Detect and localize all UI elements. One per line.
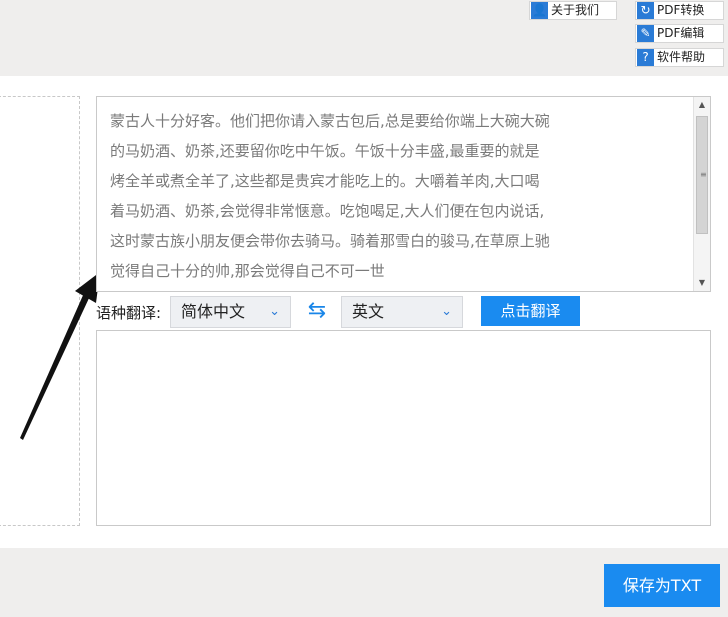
about-us-label: 关于我们 xyxy=(551,3,600,17)
pdf-convert-button[interactable]: ↻ PDF转换 xyxy=(635,1,724,20)
source-line: 这时蒙古族小朋友便会带你去骑马。骑着那雪白的骏马,在草原上驰 xyxy=(110,232,550,250)
source-line: 蒙古人十分好客。他们把你请入蒙古包后,总是要给你端上大碗大碗 xyxy=(110,112,550,130)
user-icon: 👤 xyxy=(531,2,548,19)
source-line: 的马奶酒、奶茶,还要留你吃中午饭。午饭十分丰盛,最重要的就是 xyxy=(110,142,540,160)
swap-languages-icon[interactable]: ⇆ xyxy=(304,299,330,323)
source-line: 着马奶酒、奶茶,会觉得非常惬意。吃饱喝足,大人们便在包内说话, xyxy=(110,202,545,220)
top-toolbar: 👤 关于我们 ↻ PDF转换 ✎ PDF编辑 ? 软件帮助 xyxy=(0,0,728,76)
chevron-down-icon: ⌄ xyxy=(441,304,452,319)
source-scrollbar[interactable]: ▲ ≡ ▼ xyxy=(693,97,710,291)
scrollbar-thumb[interactable]: ≡ xyxy=(696,116,708,234)
grip-icon: ≡ xyxy=(700,170,707,179)
scroll-down-arrow-icon[interactable]: ▼ xyxy=(694,275,710,291)
pen-icon: ✎ xyxy=(637,25,654,42)
chevron-down-icon: ⌄ xyxy=(269,304,280,319)
language-label: 语种翻译: xyxy=(96,304,162,322)
pdf-edit-button[interactable]: ✎ PDF编辑 xyxy=(635,24,724,43)
source-line: 烤全羊或煮全羊了,这些都是贵宾才能吃上的。大嚼着羊肉,大口喝 xyxy=(110,172,540,190)
help-label: 软件帮助 xyxy=(657,50,706,64)
question-icon: ? xyxy=(637,49,654,66)
about-us-button[interactable]: 👤 关于我们 xyxy=(529,1,617,20)
source-text-area[interactable]: 蒙古人十分好客。他们把你请入蒙古包后,总是要给你端上大碗大碗 的马奶酒、奶茶,还… xyxy=(96,96,711,292)
target-language-value: 英文 xyxy=(352,302,385,321)
scroll-up-arrow-icon[interactable]: ▲ xyxy=(694,97,710,113)
target-language-select[interactable]: 英文 ⌄ xyxy=(341,296,463,328)
pdf-edit-label: PDF编辑 xyxy=(657,26,705,40)
refresh-icon: ↻ xyxy=(637,2,654,19)
main-content: 蒙古人十分好客。他们把你请入蒙古包后,总是要给你端上大碗大碗 的马奶酒、奶茶,还… xyxy=(0,76,728,548)
pdf-convert-label: PDF转换 xyxy=(657,3,705,17)
translation-result-area[interactable] xyxy=(96,330,711,526)
source-language-select[interactable]: 简体中文 ⌄ xyxy=(170,296,291,328)
translate-button[interactable]: 点击翻译 xyxy=(481,296,580,326)
language-selector-row: 语种翻译: 简体中文 ⌄ ⇆ 英文 ⌄ 点击翻译 xyxy=(96,296,716,328)
save-as-txt-button[interactable]: 保存为TXT xyxy=(604,564,720,607)
help-button[interactable]: ? 软件帮助 xyxy=(635,48,724,67)
source-line: 觉得自己十分的帅,那会觉得自己不可一世 xyxy=(110,262,385,280)
source-language-value: 简体中文 xyxy=(181,302,246,321)
source-text: 蒙古人十分好客。他们把你请入蒙古包后,总是要给你端上大碗大碗 的马奶酒、奶茶,还… xyxy=(110,106,590,286)
